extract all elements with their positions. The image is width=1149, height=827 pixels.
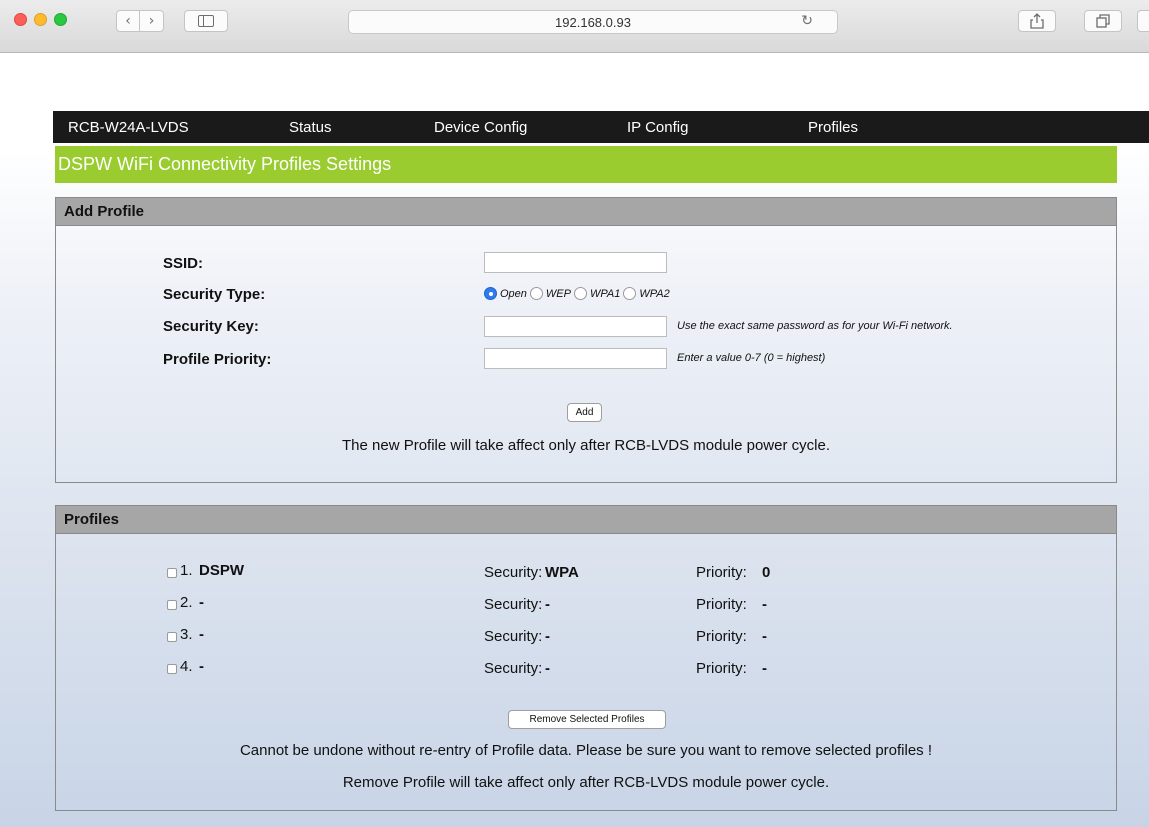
sidebar-icon[interactable] <box>184 10 228 32</box>
profile-3-priority-value: - <box>762 628 767 645</box>
security-wep-radio[interactable] <box>529 287 543 300</box>
profiles-header: Profiles <box>56 506 1116 534</box>
menu-item-profiles[interactable]: Profiles <box>808 119 858 136</box>
reload-icon[interactable]: ↻ <box>801 13 813 29</box>
profile-4-name: - <box>199 658 204 675</box>
zoom-window-button[interactable] <box>54 13 67 26</box>
profile-1-index: 1. <box>180 562 193 579</box>
security-wpa2-radio[interactable] <box>623 287 637 300</box>
security-open-radio[interactable] <box>484 287 497 300</box>
security-type-radio-group: Open WEP WPA1 WPA2 <box>484 287 673 300</box>
menu-item-device-name[interactable]: RCB-W24A-LVDS <box>68 119 189 136</box>
profile-4-index: 4. <box>180 658 193 675</box>
menu-item-ip-config[interactable]: IP Config <box>627 119 688 136</box>
add-profile-panel: Add Profile SSID: Security Type: Open WE… <box>55 197 1117 483</box>
security-wep-label: WEP <box>545 287 571 300</box>
menu-item-status[interactable]: Status <box>289 119 332 136</box>
profile-1-security-label: Security: <box>484 564 543 581</box>
forward-chevron-icon[interactable]: › <box>140 10 164 32</box>
profile-2-security-value: - <box>545 596 550 613</box>
remove-note: Remove Profile will take affect only aft… <box>342 774 830 791</box>
profile-4-checkbox[interactable] <box>167 664 177 674</box>
back-chevron-icon[interactable]: ‹ <box>116 10 140 32</box>
security-key-hint: Use the exact same password as for your … <box>677 320 953 332</box>
security-wpa1-label: WPA1 <box>589 287 621 300</box>
share-icon[interactable] <box>1018 10 1056 32</box>
top-menu: RCB-W24A-LVDS Status Device Config IP Co… <box>53 111 1149 143</box>
browser-toolbar: ‹ › 192.168.0.93 ↻ <box>0 0 1149 53</box>
address-bar[interactable]: 192.168.0.93 ↻ <box>348 10 838 34</box>
profile-2-security-label: Security: <box>484 596 543 613</box>
remove-selected-profiles-button[interactable]: Remove Selected Profiles <box>508 710 666 729</box>
profile-3-index: 3. <box>180 626 193 643</box>
profile-4-priority-value: - <box>762 660 767 677</box>
profile-4-security-value: - <box>545 660 550 677</box>
ssid-label: SSID: <box>163 255 204 272</box>
security-key-input[interactable] <box>484 316 667 337</box>
ssid-input[interactable] <box>484 252 667 273</box>
new-tab-button[interactable] <box>1137 10 1149 32</box>
profile-2-priority-value: - <box>762 596 767 613</box>
profile-3-security-value: - <box>545 628 550 645</box>
profile-3-security-label: Security: <box>484 628 543 645</box>
profile-priority-label: Profile Priority: <box>163 351 272 368</box>
profile-1-priority-label: Priority: <box>696 564 747 581</box>
profile-2-priority-label: Priority: <box>696 596 747 613</box>
profile-3-priority-label: Priority: <box>696 628 747 645</box>
profile-4-security-label: Security: <box>484 660 543 677</box>
profile-priority-hint: Enter a value 0-7 (0 = highest) <box>677 352 826 364</box>
add-profile-header: Add Profile <box>56 198 1116 226</box>
security-wpa1-radio[interactable] <box>573 287 587 300</box>
profile-1-checkbox[interactable] <box>167 568 177 578</box>
minimize-window-button[interactable] <box>34 13 47 26</box>
security-open-label: Open <box>500 287 527 300</box>
remove-warning: Cannot be undone without re-entry of Pro… <box>239 742 933 759</box>
close-window-button[interactable] <box>14 13 27 26</box>
url-text: 192.168.0.93 <box>555 14 631 30</box>
profile-3-name: - <box>199 626 204 643</box>
security-wpa2-label: WPA2 <box>639 287 670 300</box>
tabs-icon[interactable] <box>1084 10 1122 32</box>
profile-1-name: DSPW <box>199 562 244 579</box>
profile-2-checkbox[interactable] <box>167 600 177 610</box>
security-type-label: Security Type: <box>163 286 266 303</box>
profiles-panel: Profiles 1. DSPW Security: WPA Priority:… <box>55 505 1117 811</box>
profile-priority-input[interactable] <box>484 348 667 369</box>
menu-item-device-config[interactable]: Device Config <box>434 119 527 136</box>
profile-3-checkbox[interactable] <box>167 632 177 642</box>
security-key-label: Security Key: <box>163 318 259 335</box>
profile-2-name: - <box>199 594 204 611</box>
profile-2-index: 2. <box>180 594 193 611</box>
profile-4-priority-label: Priority: <box>696 660 747 677</box>
add-profile-note: The new Profile will take affect only af… <box>342 437 830 454</box>
add-button[interactable]: Add <box>567 403 602 422</box>
page-title: DSPW WiFi Connectivity Profiles Settings <box>55 146 1117 183</box>
profile-1-priority-value: 0 <box>762 564 771 581</box>
profile-1-security-value: WPA <box>545 564 579 581</box>
